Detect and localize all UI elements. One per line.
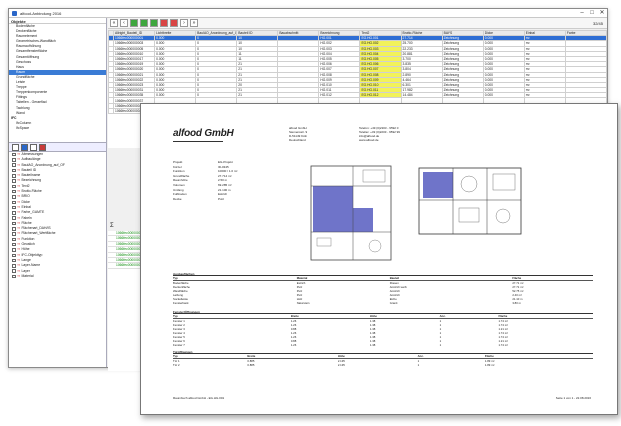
report-footer-right: Seite 1 von 1 - 22.08.2016 [555,396,591,400]
section-windows: Fenster/Öffnungen Typ Breite Höhe Anz. Fläch… [173,310,593,347]
attribute-tree: ⇒ Abmessungen ⇒ Aufbaulänge ⇒ BauIAO_Anordnun… [9,152,106,279]
section-cell: Tür 2 [173,363,180,367]
tab-filter-icon[interactable] [39,143,46,151]
company-contact: Telefon: +49 (0)2203 - 9592 0 Telefax: +… [359,126,449,142]
toolbar: « ‹ › » 32/45 [108,18,607,29]
section-cell: 2.135 [337,363,345,367]
room-floorplan [310,165,392,261]
window-title: alfood-Anbindung 2016 [20,10,62,16]
import-icon[interactable] [150,19,158,27]
section-cell: 3.80 m [512,301,521,305]
checkbox[interactable] [12,227,16,231]
last-icon[interactable]: » [190,19,198,27]
close-button[interactable]: ✕ [597,9,607,17]
add-icon[interactable] [130,19,138,27]
section-cell: Fenster 7 [173,343,185,347]
section-row: Tür 2 0.885 2.135 1 1.89 m² [173,363,593,367]
attribute-label: Material [21,273,34,278]
record-count: 32/45 [592,20,603,26]
report-footer-left: Raumbuch alfood GmbH - EG.HG.001 [173,396,225,400]
company-address: alfood GmbH Siemensstr. 9 D-51149 Köln D… [289,126,349,142]
app-icon [12,10,17,16]
remove-icon[interactable] [170,19,178,27]
meta-key: Decke [173,196,182,201]
panel-tabs [9,142,106,152]
window-controls: – □ ✕ [577,9,607,17]
checkbox[interactable] [12,242,16,247]
checkbox[interactable] [12,163,16,167]
section-cell: 1.26 [290,343,297,347]
meta-row: Decke Putz [173,197,283,202]
sum-icon[interactable]: Σ [110,223,114,229]
checkbox[interactable] [12,211,16,215]
delete-icon[interactable] [160,19,168,27]
section-cell: 1.89 m² [484,363,495,367]
checkbox[interactable] [12,184,16,189]
section-finishes: Ausbauflächen Typ Material Bauteil Fläche Bo… [173,272,593,305]
checkbox[interactable] [12,274,16,279]
contact-line: www.alfood.de [359,138,379,142]
report-preview: alfood GmbH alfood GmbH Siemensstr. 9 D-… [140,103,618,415]
tree-item[interactable]: IfcSpace [9,126,106,131]
prev-icon[interactable]: ‹ [120,19,128,27]
company-logo: alfood GmbH [173,128,234,139]
checkbox[interactable] [12,237,16,242]
tab-properties-icon[interactable] [21,143,28,151]
meta-value: Putz [218,196,225,201]
section-cell: 1.74 m² [498,343,508,347]
checkbox[interactable] [12,253,16,258]
checkbox[interactable] [12,168,16,173]
tab-table-icon[interactable] [30,143,37,151]
attribute-item[interactable]: ⇒ Material [9,274,106,279]
next-icon[interactable]: › [180,19,188,27]
checkbox[interactable] [12,205,16,210]
logo-divider [173,141,223,142]
checkbox[interactable] [12,189,16,194]
section-row: Fensterbank Naturstein Granit 3.80 m [173,301,593,305]
first-icon[interactable]: « [110,19,118,27]
section-cell: Naturstein [296,301,310,305]
checkbox[interactable] [12,232,16,236]
minimize-button[interactable]: – [577,9,587,17]
checkbox[interactable] [12,174,16,178]
section-cell: Granit [389,301,398,305]
checkbox[interactable] [12,221,16,226]
copy-icon[interactable] [140,19,148,27]
checkbox[interactable] [12,179,16,183]
checkbox[interactable] [12,216,16,220]
checkbox[interactable] [12,200,16,205]
checkbox[interactable] [12,152,16,157]
room-metadata: Projekt EG-Projekt Kürzel ID-0345 Funktion 10… [173,160,283,201]
object-tree: Bodenfläche Deckenfläche Raumelement Geomet… [9,24,106,142]
maximize-button[interactable]: □ [587,9,597,17]
section-cell: 1.38 [369,343,376,347]
checkbox[interactable] [12,248,16,252]
section-doors: Türöffnungen Typ Breite Höhe Anz. Fläche Tür … [173,350,593,367]
building-floorplan [418,167,522,235]
section-cell: 1 [417,363,420,367]
left-panel: Objekte Bodenfläche Deckenfläche Raumeleme… [9,18,107,367]
address-line: Deutschland [289,138,306,142]
tab-list-icon[interactable] [12,143,19,151]
section-cell: 0.885 [247,363,255,367]
checkbox[interactable] [12,269,16,273]
section-row: Fenster 7 1.26 1.38 1 1.74 m² [173,343,593,347]
checkbox[interactable] [12,158,16,162]
checkbox[interactable] [12,258,16,263]
checkbox[interactable] [12,195,16,199]
section-cell: Fensterbank [173,301,189,305]
section-cell: 1 [439,343,442,347]
checkbox[interactable] [12,264,16,268]
arrow-icon: ⇒ [17,273,20,278]
column-header[interactable]: BauIAO_Anordnung_auf_OF [195,30,238,37]
title-bar: alfood-Anbindung 2016 – □ ✕ [9,9,607,18]
